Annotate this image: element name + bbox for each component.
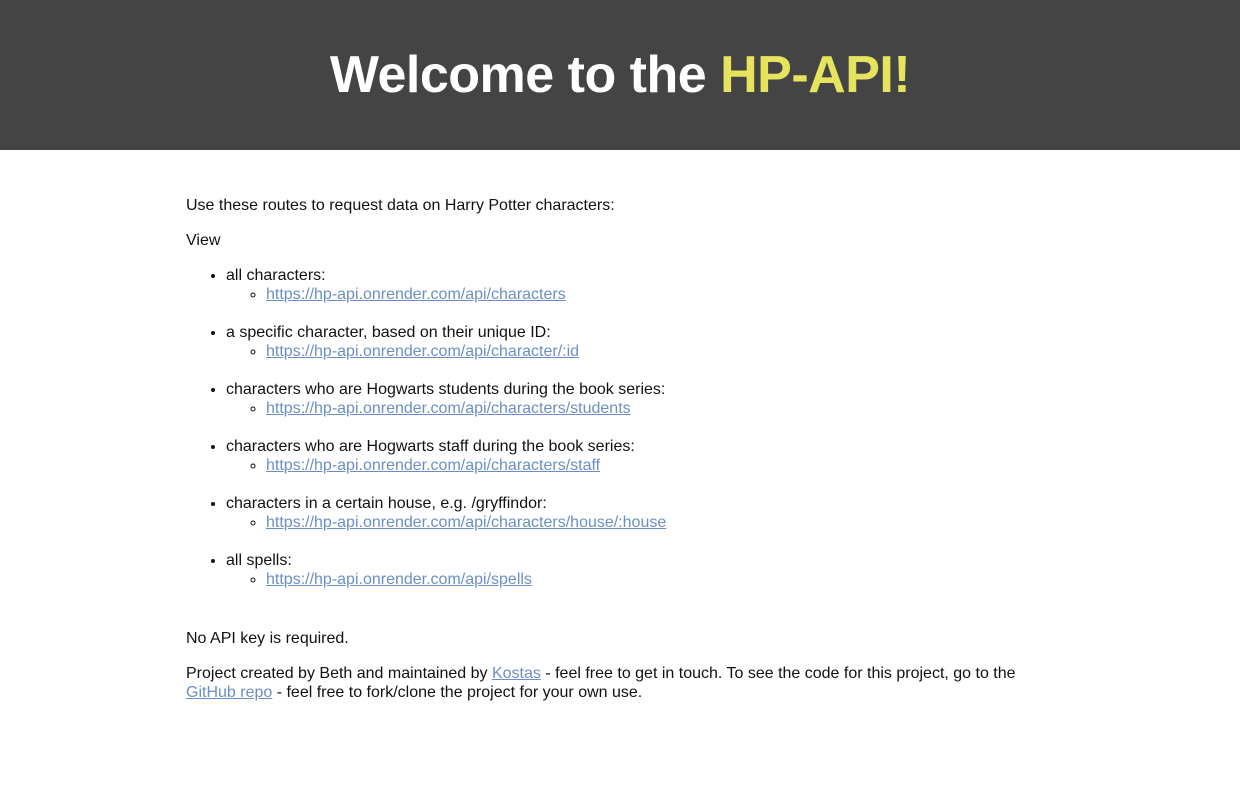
route-url-item: https://hp-api.onrender.com/api/characte… <box>266 342 1066 361</box>
page-title: Welcome to the HP-API! <box>329 45 911 105</box>
route-link-all-characters[interactable]: https://hp-api.onrender.com/api/characte… <box>266 286 566 303</box>
api-key-note: No API key is required. <box>186 630 349 647</box>
route-url-list: https://hp-api.onrender.com/api/characte… <box>226 513 1066 532</box>
route-url-list: https://hp-api.onrender.com/api/characte… <box>226 399 1066 418</box>
route-item-character-by-id: a specific character, based on their uni… <box>226 323 1066 361</box>
route-url-list: https://hp-api.onrender.com/api/characte… <box>226 342 1066 361</box>
credits-part-2: - feel free to get in touch. To see the … <box>540 665 1016 682</box>
credits-part-3: - feel free to fork/clone the project fo… <box>272 684 643 701</box>
route-item-all-characters: all characters: https://hp-api.onrender.… <box>226 266 1066 304</box>
main-content: Use these routes to request data on Harr… <box>186 150 1066 702</box>
route-url-list: https://hp-api.onrender.com/api/characte… <box>226 285 1066 304</box>
route-item-students: characters who are Hogwarts students dur… <box>226 380 1066 418</box>
route-link-spells[interactable]: https://hp-api.onrender.com/api/spells <box>266 571 532 588</box>
route-label: a specific character, based on their uni… <box>226 324 551 341</box>
credits-part-1: Project created by Beth and maintained b… <box>186 665 492 682</box>
route-link-students[interactable]: https://hp-api.onrender.com/api/characte… <box>266 400 631 417</box>
author-link[interactable]: Kostas <box>492 665 541 682</box>
route-url-list: https://hp-api.onrender.com/api/characte… <box>226 456 1066 475</box>
route-label: characters who are Hogwarts students dur… <box>226 381 666 398</box>
route-item-house: characters in a certain house, e.g. /gry… <box>226 494 1066 532</box>
route-label: characters in a certain house, e.g. /gry… <box>226 495 547 512</box>
github-repo-link[interactable]: GitHub repo <box>186 684 272 701</box>
route-label: all characters: <box>226 267 326 284</box>
route-url-item: https://hp-api.onrender.com/api/characte… <box>266 399 1066 418</box>
route-link-character-by-id[interactable]: https://hp-api.onrender.com/api/characte… <box>266 343 579 360</box>
route-link-house[interactable]: https://hp-api.onrender.com/api/characte… <box>266 514 666 531</box>
view-label: View <box>186 232 221 249</box>
route-item-staff: characters who are Hogwarts staff during… <box>226 437 1066 475</box>
route-url-item: https://hp-api.onrender.com/api/characte… <box>266 285 1066 304</box>
route-label: all spells: <box>226 552 292 569</box>
credits-text: Project created by Beth and maintained b… <box>186 664 1046 702</box>
route-url-item: https://hp-api.onrender.com/api/spells <box>266 570 1066 589</box>
page-header: Welcome to the HP-API! <box>0 0 1240 150</box>
route-link-staff[interactable]: https://hp-api.onrender.com/api/characte… <box>266 457 600 474</box>
route-item-spells: all spells: https://hp-api.onrender.com/… <box>226 551 1066 589</box>
page-title-accent: HP-API! <box>720 46 911 104</box>
route-url-list: https://hp-api.onrender.com/api/spells <box>226 570 1066 589</box>
route-label: characters who are Hogwarts staff during… <box>226 438 635 455</box>
page-title-prefix: Welcome to the <box>329 46 721 104</box>
route-url-item: https://hp-api.onrender.com/api/characte… <box>266 513 1066 532</box>
route-url-item: https://hp-api.onrender.com/api/characte… <box>266 456 1066 475</box>
routes-list: all characters: https://hp-api.onrender.… <box>186 266 1066 589</box>
intro-text: Use these routes to request data on Harr… <box>186 197 615 214</box>
